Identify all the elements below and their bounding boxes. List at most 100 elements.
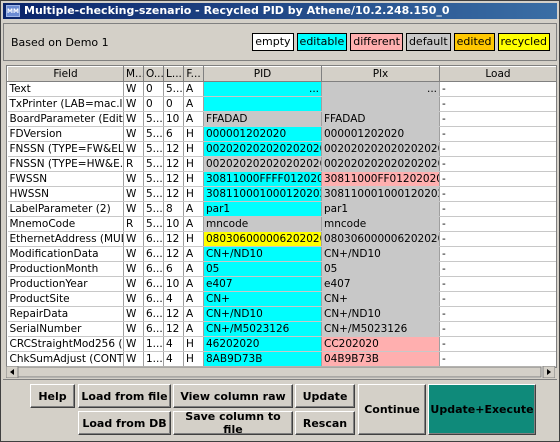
cell-plx[interactable]: 308110001000120202... <box>321 186 440 202</box>
continue-button[interactable]: Continue <box>358 384 426 435</box>
cell-f: H <box>183 156 204 172</box>
rescan-button[interactable]: Rescan <box>295 411 355 435</box>
cell-o: 1... <box>143 336 164 352</box>
cell-f: H <box>183 231 204 247</box>
cell-plx[interactable]: 30811000FF01202020... <box>321 171 440 187</box>
update-button[interactable]: Update <box>295 384 355 408</box>
table-row[interactable]: MnemoCode R 5... 10 Amncode mncode - <box>7 216 556 232</box>
table-row[interactable]: ProductionMonth W 6... 6 A 05 05- <box>7 261 556 277</box>
table-row[interactable]: ChkSumAdjust (CONT... W 1... 4 H 8AB9D73B 04B9… <box>7 351 556 367</box>
title-bar[interactable]: MM Multiple-checking-szenario - Recycled … <box>3 3 557 19</box>
cell-pid[interactable]: 002020202020202020... <box>203 141 322 157</box>
cell-o: 5... <box>143 216 164 232</box>
table-row[interactable]: FNSSN (TYPE=FW&EL... W 5... 12 H 002020202020… <box>7 141 556 157</box>
column-header[interactable]: O... <box>143 66 164 82</box>
cell-m: W <box>123 111 144 127</box>
table-row[interactable]: FNSSN (TYPE=HW&E... R 5... 12 H 0020202020202… <box>7 156 556 172</box>
cell-plx[interactable]: 05 <box>321 261 440 277</box>
update-execute-button[interactable]: Update+Execute <box>428 384 536 435</box>
cell-plx[interactable]: 080306000006202020... <box>321 231 440 247</box>
column-header[interactable]: F... <box>183 66 204 82</box>
cell-plx[interactable]: CN+/M5023126 <box>321 321 440 337</box>
cell-plx[interactable]: par1 <box>321 201 440 217</box>
cell-pid[interactable]: CN+/ND10 <box>203 246 322 262</box>
column-header[interactable]: M... <box>123 66 144 82</box>
cell-load: - <box>439 156 556 172</box>
cell-plx[interactable]: 04B9B73B <box>321 351 440 367</box>
column-header[interactable]: Load <box>439 66 556 82</box>
cell-pid[interactable]: 05 <box>203 261 322 277</box>
cell-plx[interactable] <box>321 96 440 112</box>
table-row[interactable]: ProductSite W 6... 4 A CN+ CN+ - <box>7 291 556 307</box>
table-row[interactable]: CRCStraightMod256 (5...W1...4H46202020CC… <box>7 336 556 352</box>
table-row[interactable]: ProductionYear W 6... 10 Ae407 e407- <box>7 276 556 292</box>
cell-plx[interactable]: 000001202020 <box>321 126 440 142</box>
cell-field: CRCStraightMod256 (5... <box>7 336 124 352</box>
table-row[interactable]: EthernetAddress (MUL...W6...12H080306000… <box>7 231 556 247</box>
cell-pid[interactable] <box>203 96 322 112</box>
cell-plx[interactable]: CN+ <box>321 291 440 307</box>
legend-item-different: different <box>350 33 403 51</box>
cell-m: R <box>123 216 144 232</box>
fields-table[interactable]: Field M... O... L... F... PID Plx Load Text W 0 5.… <box>6 65 557 368</box>
cell-pid[interactable]: 000001202020 <box>203 126 322 142</box>
cell-pid[interactable]: 8AB9D73B <box>203 351 322 367</box>
table-row[interactable]: ModificationData W 6... 12 A CN+/ND10 CN+/ND10… <box>7 246 556 262</box>
cell-field: MnemoCode <box>7 216 124 232</box>
cell-plx[interactable]: CC202020 <box>321 336 440 352</box>
view-column-raw-button[interactable]: View column raw <box>173 384 293 408</box>
cell-l: 4 <box>163 351 184 367</box>
cell-plx[interactable]: FFADAD <box>321 111 440 127</box>
cell-field: HWSSN <box>7 186 124 202</box>
load-from-file-button[interactable]: Load from file <box>78 384 171 408</box>
cell-plx[interactable]: ... <box>321 81 440 97</box>
cell-field: ProductionYear <box>7 276 124 292</box>
cell-plx[interactable]: 002020202020202020... <box>321 156 440 172</box>
table-row[interactable]: TxPrinter (LAB=mac.la...W00A- <box>7 96 556 112</box>
cell-o: 5... <box>143 111 164 127</box>
column-header[interactable]: PID <box>203 66 322 82</box>
table-row[interactable]: FWSSN W 5... 12 H 30811000FFFF012020... 308110… <box>7 171 556 187</box>
table-row[interactable]: FDVersion W 5... 6 H 000001202020 000001202020… <box>7 126 556 142</box>
table-row[interactable]: BoardParameter (Editor)W5...10AFFADADFFA… <box>7 111 556 127</box>
table-row[interactable]: RepairData W 6... 12 A CN+/ND10 CN+/ND10- <box>7 306 556 322</box>
cell-field: ProductionMonth <box>7 261 124 277</box>
cell-plx[interactable]: mncode <box>321 216 440 232</box>
table-row[interactable]: Text W 0 5... A...... - <box>7 81 556 97</box>
cell-f: H <box>183 141 204 157</box>
cell-plx[interactable]: CN+/ND10 <box>321 246 440 262</box>
cell-o: 6... <box>143 246 164 262</box>
column-header[interactable]: Field <box>7 66 124 82</box>
cell-pid[interactable]: par1 <box>203 201 322 217</box>
cell-pid[interactable]: 308110001000120202... <box>203 186 322 202</box>
cell-pid[interactable]: CN+/M5023126 <box>203 321 322 337</box>
column-header[interactable]: L... <box>163 66 184 82</box>
load-from-db-button[interactable]: Load from DB <box>78 411 171 435</box>
cell-plx[interactable]: CN+/ND10 <box>321 306 440 322</box>
cell-field: ChkSumAdjust (CONT... <box>7 351 124 367</box>
cell-pid[interactable]: 002020202020202020... <box>203 156 322 172</box>
cell-o: 5... <box>143 186 164 202</box>
cell-o: 6... <box>143 261 164 277</box>
cell-pid[interactable]: 30811000FFFF012020... <box>203 171 322 187</box>
column-header[interactable]: Plx <box>321 66 440 82</box>
cell-pid[interactable]: 46202020 <box>203 336 322 352</box>
cell-plx[interactable]: 002020202020202020... <box>321 141 440 157</box>
cell-pid[interactable]: e407 <box>203 276 322 292</box>
cell-load: - <box>439 201 556 217</box>
legend-item-default: default <box>405 33 451 51</box>
cell-pid[interactable]: mncode <box>203 216 322 232</box>
cell-field: ModificationData <box>7 246 124 262</box>
table-row[interactable]: SerialNumber W 6... 12 A CN+/M5023126 CN+/M502… <box>7 321 556 337</box>
table-row[interactable]: LabelParameter (2) W 5... 8 Apar1 par1- <box>7 201 556 217</box>
cell-pid[interactable]: CN+ <box>203 291 322 307</box>
save-column-to-file-button[interactable]: Save column to file <box>173 410 293 436</box>
cell-pid[interactable]: ... <box>203 81 322 97</box>
table-row[interactable]: HWSSNW5...12H308110001000120202...308110… <box>7 186 556 202</box>
cell-pid[interactable]: 080306000006202020... <box>203 231 322 247</box>
cell-pid[interactable]: FFADAD <box>203 111 322 127</box>
cell-pid[interactable]: CN+/ND10 <box>203 306 322 322</box>
cell-plx[interactable]: e407 <box>321 276 440 292</box>
help-button[interactable]: Help <box>30 384 75 408</box>
horizontal-scrollbar[interactable] <box>6 366 555 378</box>
